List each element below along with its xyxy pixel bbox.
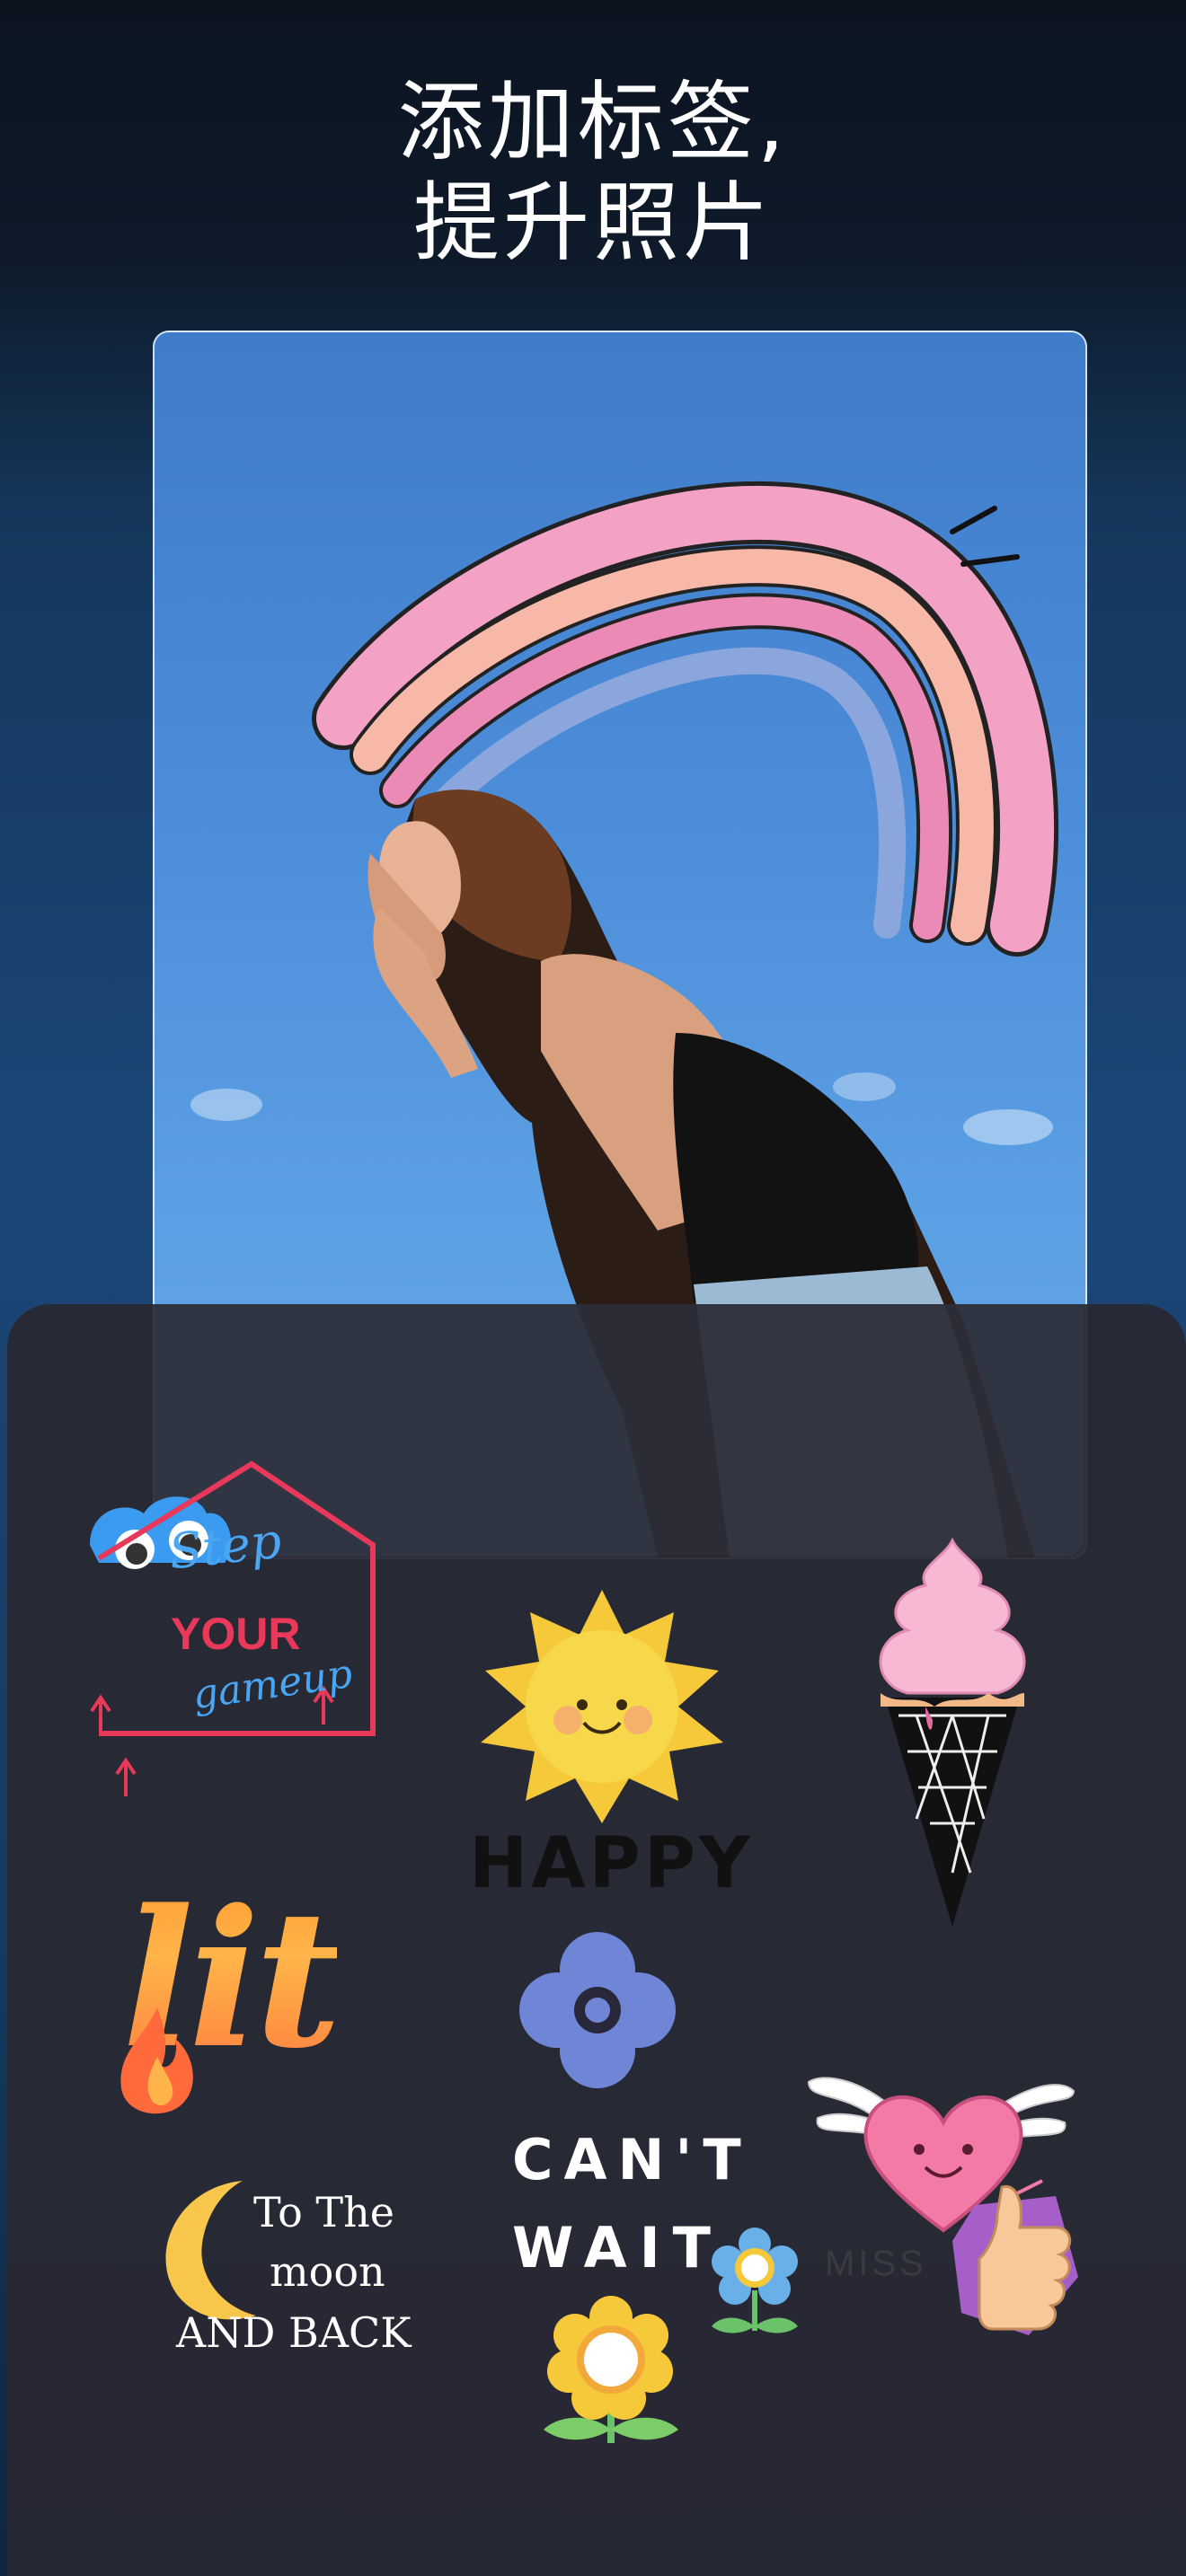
yellow-flower-sticker[interactable] [535, 2295, 687, 2448]
sticker-text-cant: CAN'T [512, 2127, 752, 2192]
sticker-text-moon: moon [270, 2247, 385, 2296]
small-flower-sticker[interactable] [701, 2228, 809, 2340]
headline-line-2: 提升照片 [413, 172, 773, 273]
thumbs-up-sticker[interactable] [948, 2178, 1083, 2349]
fire-sticker[interactable] [108, 2003, 207, 2120]
sun-sticker[interactable] [467, 1581, 737, 1841]
sticker-text-to-the: To The [253, 2188, 394, 2236]
flower-sticker[interactable] [517, 1929, 678, 2091]
promo-headline: 添加标签, 提升照片 [0, 72, 1186, 273]
sticker-text-and-back: AND BACK [176, 2308, 412, 2357]
sticker-text-miss: MISS [825, 2244, 927, 2283]
sticker-text-your: YOUR [171, 1609, 301, 1659]
sticker-text-happy: HAPPY [469, 1823, 754, 1904]
headline-line-1: 添加标签, [397, 72, 789, 172]
ice-cream-sticker[interactable] [863, 1531, 1042, 1936]
sticker-text-step: Step [166, 1512, 285, 1581]
sticker-text-wait: WAIT [512, 2215, 723, 2280]
